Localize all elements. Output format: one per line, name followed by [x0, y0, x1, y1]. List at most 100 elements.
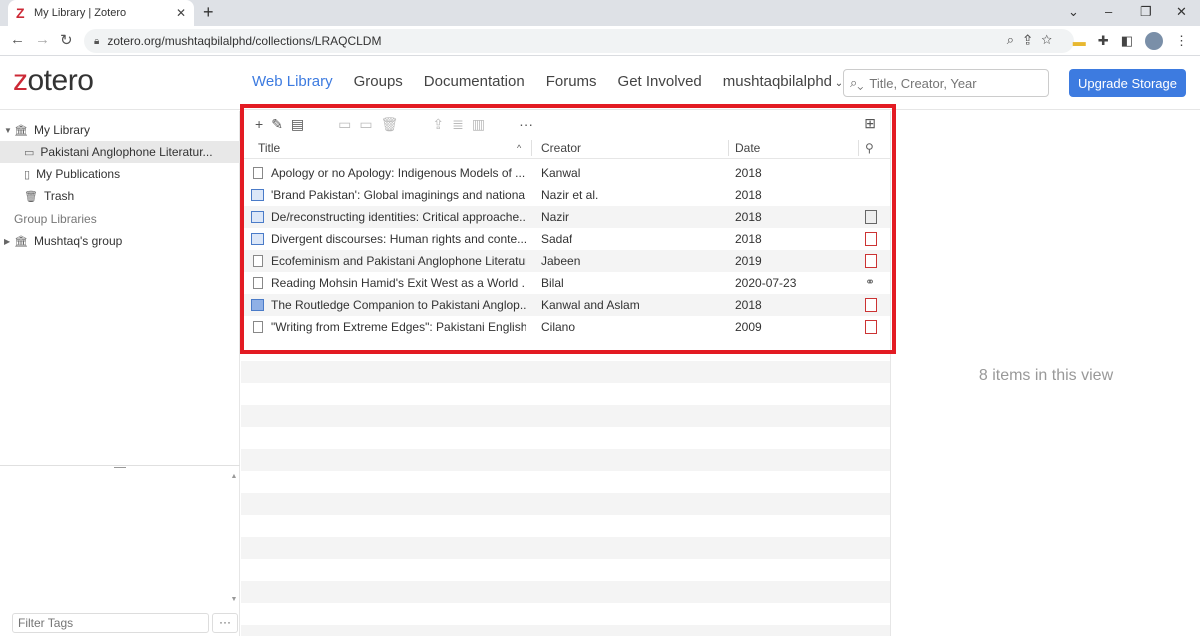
new-tab-button[interactable]: +	[203, 2, 214, 23]
nav-groups[interactable]: Groups	[354, 73, 403, 90]
nav-web-library[interactable]: Web Library	[252, 73, 333, 90]
filter-tags-input[interactable]	[18, 616, 198, 630]
table-row[interactable]: Apology or no Apology: Indigenous Models…	[241, 162, 890, 184]
sort-ascending-icon[interactable]: ^	[517, 143, 521, 153]
close-window-button[interactable]: ✕	[1176, 4, 1187, 20]
extensions-puzzle-icon[interactable]: ✚	[1098, 33, 1109, 49]
scroll-down-icon[interactable]: ▼	[229, 596, 239, 603]
item-date: 2018	[735, 188, 762, 202]
tree-item-group[interactable]: ▶ 🏛︎ Mushtaq's group	[0, 230, 240, 252]
document-icon: ▯	[24, 168, 31, 181]
pdf-icon[interactable]	[865, 298, 877, 312]
nav-forums[interactable]: Forums	[546, 73, 597, 90]
omnibox[interactable]: 🔒︎ zotero.org/mushtaqbilalphd/collection…	[84, 29, 1074, 53]
folder-extension-icon[interactable]: ▬	[1073, 34, 1086, 49]
item-creator: Nazir et al.	[541, 188, 599, 202]
cite-icon[interactable]: ≣	[452, 116, 464, 133]
search-box[interactable]: ⌕⌄	[843, 69, 1049, 97]
pdf-icon[interactable]	[865, 232, 877, 246]
add-to-collection-icon[interactable]: ▭	[338, 116, 351, 133]
minimize-button[interactable]: –	[1105, 4, 1112, 19]
tree-item-my-library[interactable]: ▼ 🏛︎ My Library	[0, 119, 240, 141]
nav-documentation[interactable]: Documentation	[424, 73, 525, 90]
trash-icon[interactable]: 🗑︎	[381, 116, 399, 133]
collapse-triangle-icon[interactable]: ▶	[4, 237, 14, 246]
items-toolbar: + ✎ ▤ ▭ ▭ 🗑︎ ⇪ ≣ ▥ ···	[241, 111, 890, 137]
upgrade-storage-button[interactable]: Upgrade Storage	[1069, 69, 1186, 97]
browser-tab[interactable]: Z My Library | Zotero ✕	[8, 0, 194, 26]
folder-icon: ▭	[24, 146, 35, 159]
splitter-grip-icon[interactable]	[114, 467, 126, 468]
browser-menu-icon[interactable]: ⋮	[1175, 33, 1188, 49]
side-panel-icon[interactable]: ◧	[1121, 33, 1133, 49]
nav-user-menu[interactable]: mushtaqbilalphd ⌄	[723, 73, 843, 90]
tab-search-icon[interactable]: ⌄	[1068, 4, 1079, 20]
table-row[interactable]: Ecofeminism and Pakistani Anglophone Lit…	[241, 250, 890, 272]
browser-tab-strip: Z My Library | Zotero ✕ + ⌄ – ❐ ✕	[0, 0, 1200, 26]
search-input[interactable]	[869, 75, 1030, 91]
table-row[interactable]: Reading Mohsin Hamid's Exit West as a Wo…	[241, 272, 890, 294]
tag-options-button[interactable]: ···	[212, 613, 238, 633]
table-row[interactable]: The Routledge Companion to Pakistani Ang…	[241, 294, 890, 316]
export-icon[interactable]: ⇪	[432, 116, 444, 133]
maximize-button[interactable]: ❐	[1140, 4, 1152, 20]
expand-triangle-icon[interactable]: ▼	[4, 126, 14, 135]
zotero-logo[interactable]: zotero	[13, 64, 94, 98]
pane-splitter[interactable]	[0, 465, 240, 466]
profile-avatar[interactable]	[1145, 32, 1163, 50]
tree-label: Mushtaq's group	[33, 234, 123, 248]
column-date[interactable]: Date	[735, 141, 760, 155]
tab-close-icon[interactable]: ✕	[176, 6, 186, 20]
extension-icons: ▬ ✚ ◧ ⋮	[1073, 32, 1188, 50]
more-actions-icon[interactable]: ···	[519, 116, 533, 132]
item-creator: Bilal	[541, 276, 564, 290]
link-icon[interactable]: ⚭	[865, 275, 877, 289]
items-count-message: 8 items in this view	[978, 367, 1114, 384]
bibliography-icon[interactable]: ▥	[472, 116, 485, 133]
items-table-header: Title ^ Creator Date ⚲	[241, 137, 890, 159]
tree-item-my-publications[interactable]: ▯ My Publications	[0, 163, 240, 185]
library-tree-pane: ▼ 🏛︎ My Library ▭ Pakistani Anglophone L…	[0, 111, 240, 636]
column-picker-icon[interactable]: ⊞	[864, 115, 876, 132]
forward-icon[interactable]: →	[35, 31, 50, 48]
item-title: "Writing from Extreme Edges": Pakistani …	[271, 320, 526, 334]
table-row[interactable]: "Writing from Extreme Edges": Pakistani …	[241, 316, 890, 338]
add-by-identifier-icon[interactable]: ✎	[271, 116, 283, 133]
document-icon	[253, 277, 263, 289]
column-creator[interactable]: Creator	[541, 141, 581, 155]
item-date: 2018	[735, 210, 762, 224]
item-creator: Jabeen	[541, 254, 581, 268]
table-row[interactable]: De/reconstructing identities: Critical a…	[241, 206, 890, 228]
new-item-icon[interactable]: +	[255, 116, 263, 132]
table-row[interactable]: Divergent discourses: Human rights and c…	[241, 228, 890, 250]
tree-label: My Library	[33, 123, 90, 137]
attachment-column-icon[interactable]: ⚲	[865, 141, 874, 155]
item-creator: Cilano	[541, 320, 576, 334]
tag-scrollbar[interactable]: ▲ ▼	[229, 473, 239, 603]
table-row[interactable]: 'Brand Pakistan': Global imaginings and …	[241, 184, 890, 206]
item-title: The Routledge Companion to Pakistani Ang…	[271, 298, 526, 312]
item-date: 2009	[735, 320, 762, 334]
item-date: 2020-07-23	[735, 276, 797, 290]
search-icon[interactable]: ⌕⌄	[850, 75, 863, 91]
remove-from-collection-icon[interactable]: ▭	[359, 116, 372, 133]
nav-get-involved[interactable]: Get Involved	[618, 73, 702, 90]
item-creator: Nazir	[541, 210, 570, 224]
empty-rows-area	[241, 339, 890, 636]
main-nav: Web Library Groups Documentation Forums …	[252, 73, 843, 90]
column-title[interactable]: Title	[258, 141, 280, 155]
scroll-up-icon[interactable]: ▲	[229, 473, 239, 480]
back-icon[interactable]: ←	[10, 31, 25, 48]
pdf-icon[interactable]	[865, 254, 877, 268]
filter-tags-field[interactable]	[12, 613, 209, 633]
new-note-icon[interactable]: ▤	[291, 116, 304, 133]
book-section-icon	[251, 233, 264, 245]
pdf-icon[interactable]	[865, 320, 877, 334]
item-title: De/reconstructing identities: Critical a…	[271, 210, 526, 224]
tree-item-collection[interactable]: ▭ Pakistani Anglophone Literatur...	[0, 141, 240, 163]
omnibox-action-icons[interactable]: ⌕⇪☆	[1007, 32, 1062, 48]
tree-item-trash[interactable]: 🗑︎ Trash	[0, 185, 240, 207]
item-title: Apology or no Apology: Indigenous Models…	[271, 166, 526, 180]
snapshot-icon[interactable]	[865, 210, 877, 224]
reload-icon[interactable]: ↻	[60, 31, 73, 49]
